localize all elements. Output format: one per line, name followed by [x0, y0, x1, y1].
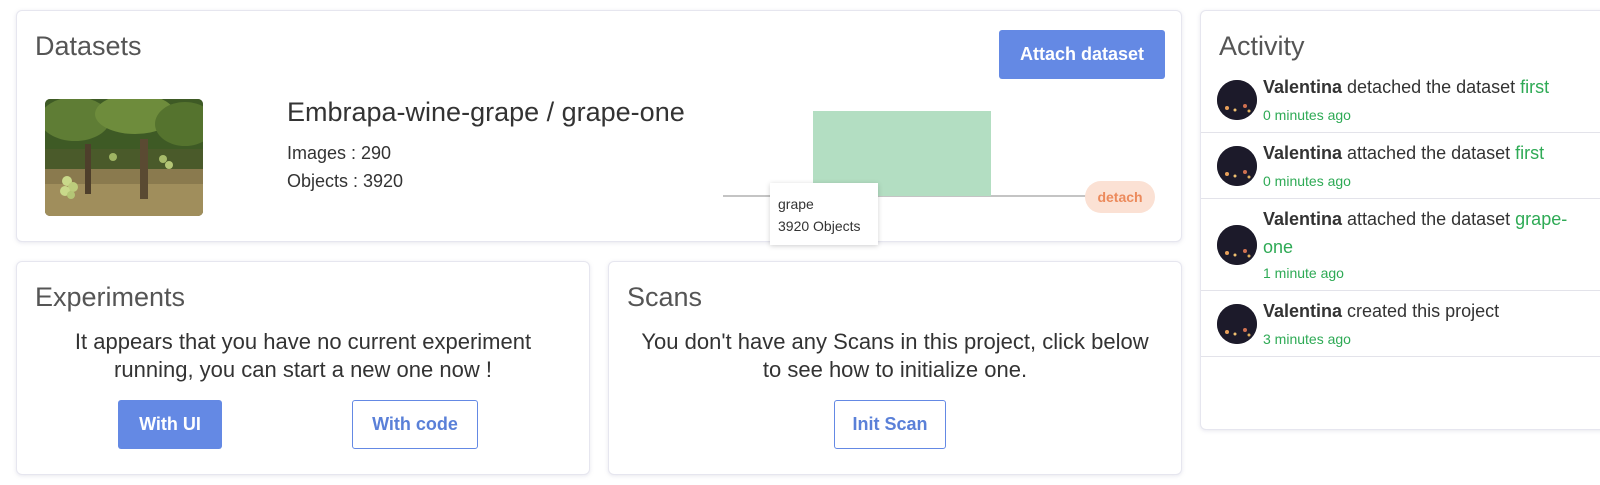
attach-dataset-button[interactable]: Attach dataset — [999, 30, 1165, 79]
experiments-card: Experiments It appears that you have no … — [16, 261, 590, 475]
activity-target-link[interactable]: first — [1520, 77, 1549, 97]
avatar[interactable] — [1217, 304, 1257, 344]
activity-text: Valentina attached the dataset grape-one — [1263, 205, 1583, 261]
experiments-empty-message: It appears that you have no current expe… — [74, 329, 532, 382]
activity-item: Valentina attached the dataset grape-one… — [1201, 199, 1600, 291]
activity-title: Activity — [1219, 31, 1305, 61]
datasets-title: Datasets — [35, 31, 142, 61]
datasets-card: Datasets Attach dataset Embrapa-wine-gra… — [16, 10, 1182, 245]
activity-text: Valentina attached the dataset first — [1263, 139, 1583, 167]
activity-action: attached the dataset — [1342, 209, 1516, 229]
tooltip-value: 3920 Objects — [778, 218, 861, 234]
with-code-button[interactable]: With code — [352, 400, 478, 449]
dataset-name[interactable]: Embrapa-wine-grape / grape-one — [287, 97, 685, 128]
avatar[interactable] — [1217, 225, 1257, 265]
activity-item: Valentina detached the dataset first 0 m… — [1201, 67, 1600, 133]
activity-time: 1 minute ago — [1263, 265, 1344, 281]
activity-text: Valentina created this project — [1263, 297, 1583, 325]
scans-title: Scans — [627, 282, 703, 312]
tooltip-label: grape — [778, 196, 814, 212]
with-ui-button[interactable]: With UI — [118, 400, 222, 449]
activity-user[interactable]: Valentina — [1263, 301, 1342, 321]
activity-user[interactable]: Valentina — [1263, 143, 1342, 163]
activity-card: Activity Valentina detached the dataset … — [1200, 10, 1600, 430]
activity-action: created this project — [1342, 301, 1500, 321]
detach-button[interactable]: detach — [1085, 181, 1155, 213]
activity-time: 0 minutes ago — [1263, 107, 1351, 123]
activity-action: attached the dataset — [1342, 143, 1516, 163]
dataset-objects-count: Objects : 3920 — [287, 171, 404, 191]
activity-user[interactable]: Valentina — [1263, 209, 1342, 229]
activity-time: 3 minutes ago — [1263, 331, 1351, 347]
activity-item: Valentina created this project 3 minutes… — [1201, 291, 1600, 357]
avatar[interactable] — [1217, 80, 1257, 120]
scans-card: Scans You don't have any Scans in this p… — [608, 261, 1182, 475]
activity-time: 0 minutes ago — [1263, 173, 1351, 189]
activity-action: detached the dataset — [1342, 77, 1521, 97]
activity-target-link[interactable]: first — [1515, 143, 1544, 163]
dataset-images-count: Images : 290 — [287, 143, 392, 163]
chart-tooltip: grape 3920 Objects — [770, 183, 878, 245]
activity-text: Valentina detached the dataset first — [1263, 73, 1583, 101]
experiments-title: Experiments — [35, 282, 186, 312]
scans-empty-message: You don't have any Scans in this project… — [641, 329, 1149, 382]
activity-item: Valentina attached the dataset first 0 m… — [1201, 133, 1600, 199]
activity-user[interactable]: Valentina — [1263, 77, 1342, 97]
init-scan-button[interactable]: Init Scan — [834, 400, 946, 449]
avatar[interactable] — [1217, 146, 1257, 186]
dataset-thumbnail[interactable] — [45, 99, 203, 216]
